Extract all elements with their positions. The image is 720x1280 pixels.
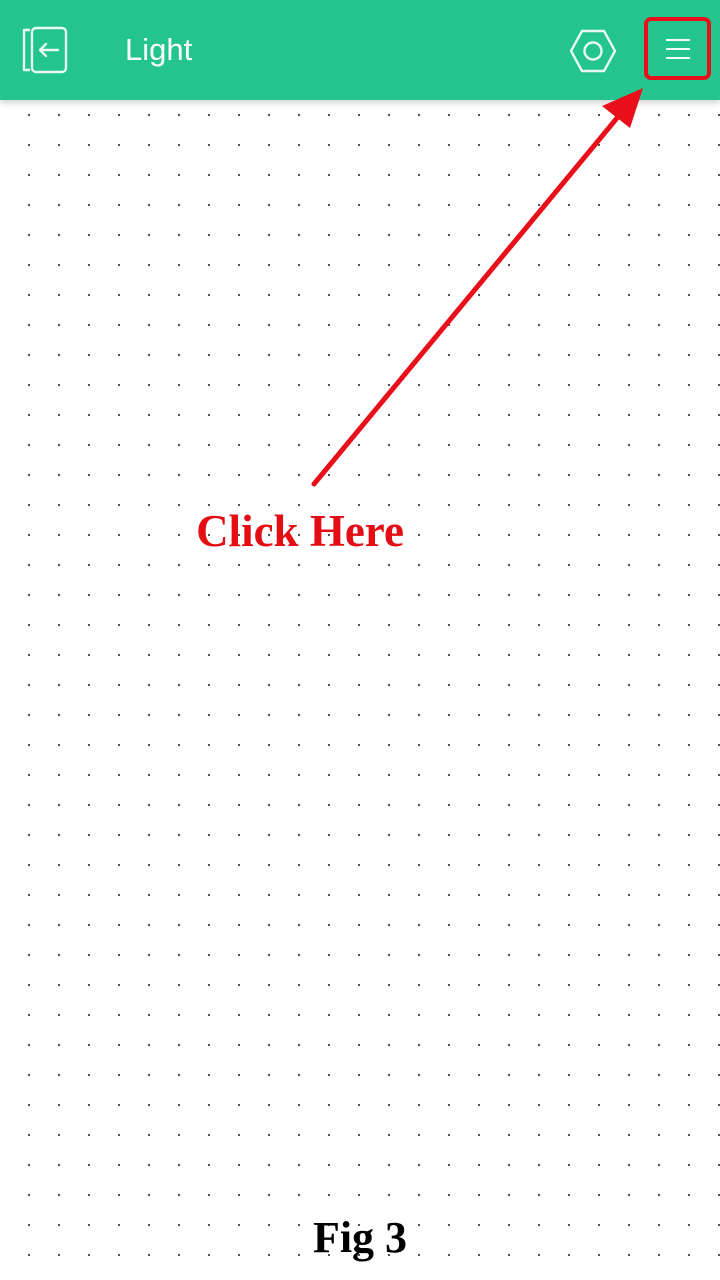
menu-button[interactable]: [644, 17, 711, 80]
dotted-canvas[interactable]: [0, 0, 720, 1280]
figure-caption: Fig 3: [312, 1213, 408, 1262]
app-bar: Light: [0, 0, 720, 100]
settings-button[interactable]: [569, 28, 617, 74]
hexagon-settings-icon: [569, 29, 617, 73]
back-button[interactable]: [22, 26, 74, 74]
click-here-callout: Click Here: [196, 506, 404, 556]
page-title: Light: [125, 32, 193, 67]
device-back-icon: [22, 26, 68, 74]
hamburger-menu-icon: [666, 39, 690, 59]
